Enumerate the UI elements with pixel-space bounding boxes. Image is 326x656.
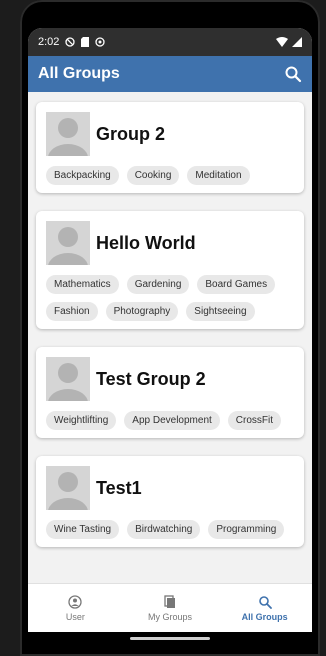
interest-tag: Birdwatching [127, 520, 201, 539]
page-title: All Groups [38, 65, 120, 82]
group-list[interactable]: Group 2 Backpacking Cooking Meditation H… [28, 92, 312, 584]
sim-card-icon [81, 37, 90, 47]
cellular-signal-icon [292, 37, 302, 47]
nav-item-user[interactable]: User [28, 584, 123, 632]
interest-tag: Weightlifting [46, 411, 117, 430]
interest-tag: Board Games [197, 275, 276, 294]
nav-label: User [65, 611, 85, 622]
search-icon [258, 595, 272, 609]
group-avatar [46, 112, 90, 156]
interest-tag: Gardening [126, 275, 190, 294]
default-avatar-icon [48, 363, 88, 401]
interest-tag: CrossFit [227, 411, 282, 430]
group-name: Test Group 2 [96, 368, 206, 389]
tag-list: Backpacking Cooking Meditation [46, 166, 294, 185]
sync-icon [95, 37, 106, 47]
group-card[interactable]: Hello World Mathematics Gardening Board … [36, 211, 304, 329]
nav-item-all-groups[interactable]: All Groups [217, 584, 312, 632]
tag-list: Weightlifting App Development CrossFit [46, 411, 294, 430]
group-name: Hello World [96, 232, 196, 253]
default-avatar-icon [48, 472, 88, 510]
do-not-disturb-icon [65, 37, 76, 47]
interest-tag: App Development [124, 411, 220, 430]
nav-label: All Groups [241, 611, 288, 622]
interest-tag: Meditation [187, 166, 250, 185]
interest-tag: Programming [208, 520, 285, 539]
phone-frame: 2:02 All Groups Group 2 Backpacking Cook… [20, 0, 320, 656]
group-avatar [46, 221, 90, 265]
interest-tag: Sightseeing [186, 302, 255, 321]
group-avatar [46, 357, 90, 401]
interest-tag: Cooking [126, 166, 180, 185]
app-bar: All Groups [28, 56, 312, 92]
default-avatar-icon [48, 227, 88, 265]
groups-icon [164, 594, 175, 608]
search-icon[interactable] [284, 65, 302, 83]
wifi-icon [276, 37, 288, 47]
group-name: Group 2 [96, 123, 166, 144]
status-bar: 2:02 [28, 28, 312, 56]
group-name: Test1 [96, 477, 142, 498]
interest-tag: Backpacking [46, 166, 119, 185]
nav-label: My Groups [148, 611, 193, 622]
group-card[interactable]: Test Group 2 Weightlifting App Developme… [36, 347, 304, 438]
group-card[interactable]: Test1 Wine Tasting Birdwatching Programm… [36, 456, 304, 547]
interest-tag: Wine Tasting [46, 520, 120, 539]
group-avatar [46, 466, 90, 510]
bottom-nav: User My Groups All Groups [28, 583, 312, 632]
status-time: 2:02 [38, 36, 60, 48]
user-icon [68, 594, 82, 609]
interest-tag: Fashion [46, 302, 98, 321]
group-card[interactable]: Group 2 Backpacking Cooking Meditation [36, 102, 304, 193]
tag-list: Wine Tasting Birdwatching Programming [46, 520, 294, 539]
tag-list: Mathematics Gardening Board Games Fashio… [46, 275, 294, 321]
nav-item-my-groups[interactable]: My Groups [123, 584, 218, 632]
interest-tag: Photography [105, 302, 179, 321]
app-screen: 2:02 All Groups Group 2 Backpacking Cook… [28, 28, 312, 644]
interest-tag: Mathematics [46, 275, 119, 294]
default-avatar-icon [48, 118, 88, 156]
home-indicator[interactable] [130, 637, 210, 640]
